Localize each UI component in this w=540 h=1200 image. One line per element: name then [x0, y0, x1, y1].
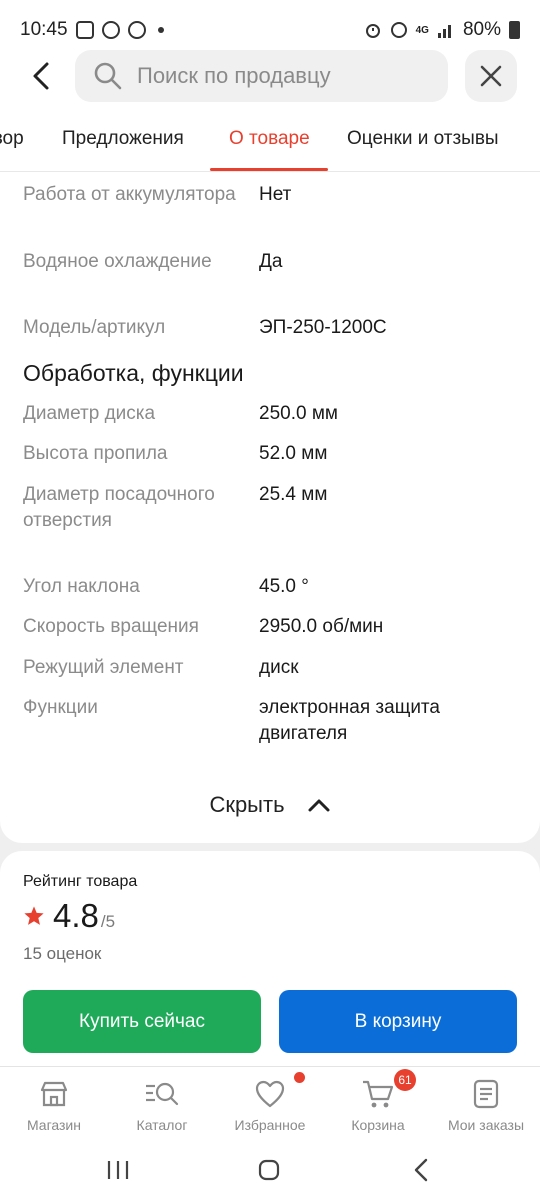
nav-label: Избранное	[234, 1117, 306, 1133]
nav-catalog[interactable]: Каталог	[108, 1075, 216, 1133]
spec-row: Высота пропила 52.0 мм	[23, 441, 523, 467]
rating-count: 15 оценок	[23, 944, 102, 963]
spec-value: ЭП-250-1200С	[259, 317, 387, 338]
spec-row: Угол наклона 45.0 °	[23, 574, 523, 600]
network-type: 4G	[415, 24, 429, 36]
tab-reviews[interactable]: Оценки и отзывы	[347, 128, 499, 150]
store-icon	[40, 1081, 68, 1107]
spec-key: Диаметр диска	[23, 403, 156, 424]
orders-icon	[473, 1079, 499, 1109]
search-icon	[94, 62, 122, 90]
app-notification-icon-2	[127, 21, 146, 39]
recent-apps-icon[interactable]	[106, 1158, 130, 1182]
spec-row: Диаметр диска 250.0 мм	[23, 401, 523, 427]
battery-icon	[509, 21, 520, 39]
clock-icon	[390, 22, 407, 38]
chevron-up-icon	[308, 799, 330, 812]
rating-value: 4.8	[53, 897, 99, 934]
alarm-icon	[365, 24, 380, 38]
battery-percent: 80%	[462, 19, 501, 40]
spec-key: Режущий элемент	[23, 657, 184, 678]
cart-icon	[363, 1080, 394, 1108]
status-time: 10:45	[20, 19, 68, 40]
spec-row: Скорость вращения 2950.0 об/мин	[23, 614, 523, 640]
favorites-indicator	[294, 1072, 305, 1083]
spec-row: Водяное охлаждение Да	[23, 249, 523, 275]
spec-row: Модель/артикул ЭП-250-1200С	[23, 315, 523, 341]
rating-max: /5	[100, 912, 116, 931]
rating-score: 4.8 /5	[23, 897, 115, 935]
spec-value: диск	[259, 657, 299, 678]
spec-key: Модель/артикул	[23, 317, 166, 338]
spec-row: Диаметр посадочного отверстия 25.4 мм	[23, 482, 523, 534]
bottom-navigation: Магазин Каталог Избранное 61 Корзина Мои…	[0, 1066, 540, 1144]
nav-store[interactable]: Магазин	[0, 1075, 108, 1133]
nav-favorites[interactable]: Избранное	[216, 1072, 324, 1133]
tab-offers[interactable]: Предложения	[62, 128, 184, 150]
spec-value: электронная защита двигателя	[259, 697, 440, 744]
spec-key: Диаметр посадочного отверстия	[23, 484, 215, 531]
nav-cart[interactable]: 61 Корзина	[324, 1069, 432, 1133]
close-button[interactable]	[465, 50, 517, 102]
tab-overview[interactable]: зор	[0, 128, 24, 150]
search-input[interactable]: Поиск по продавцу	[75, 50, 448, 102]
star-icon	[24, 906, 44, 925]
buy-now-button[interactable]: Купить сейчас	[23, 990, 261, 1053]
spec-value: 2950.0 об/мин	[259, 616, 384, 637]
spec-key: Функции	[23, 697, 98, 718]
app-notification-icon	[101, 21, 120, 39]
back-nav-icon[interactable]	[410, 1158, 434, 1182]
signal-icon	[437, 25, 451, 38]
nav-label: Корзина	[351, 1117, 405, 1133]
specifications-card: Работа от аккумулятора Нет Водяное охлаж…	[0, 172, 540, 843]
tab-about-product[interactable]: О товаре	[229, 128, 310, 150]
spec-value: 52.0 мм	[259, 443, 328, 464]
spec-key: Работа от аккумулятора	[23, 184, 236, 205]
chevron-left-icon	[33, 62, 49, 90]
spec-key: Водяное охлаждение	[23, 251, 212, 272]
rating-title: Рейтинг товара	[23, 873, 138, 890]
header: Поиск по продавцу	[0, 44, 540, 108]
spec-key: Скорость вращения	[23, 616, 199, 637]
nav-label: Магазин	[26, 1117, 81, 1133]
hide-specs-button[interactable]: Скрыть	[0, 792, 540, 818]
close-icon	[480, 65, 502, 87]
spec-row: Функции электронная защита двигателя	[23, 695, 523, 747]
system-navigation-bar	[0, 1144, 540, 1200]
hide-label: Скрыть	[209, 792, 285, 817]
spec-value: 250.0 мм	[259, 403, 338, 424]
catalog-search-icon	[146, 1082, 179, 1106]
spec-row: Работа от аккумулятора Нет	[23, 182, 523, 208]
nav-label: Каталог	[136, 1117, 188, 1133]
spec-key: Высота пропила	[23, 443, 168, 464]
more-notifications-icon	[157, 27, 164, 33]
spec-value: 45.0 °	[259, 576, 309, 597]
active-tab-indicator	[210, 168, 328, 171]
heart-icon	[255, 1080, 285, 1108]
notification-icon	[75, 21, 94, 39]
spec-row: Режущий элемент диск	[23, 655, 523, 681]
nav-label: Мои заказы	[447, 1117, 525, 1133]
spec-value: 25.4 мм	[259, 484, 328, 505]
section-title: Обработка, функции	[23, 360, 244, 386]
add-to-cart-button[interactable]: В корзину	[279, 990, 517, 1053]
nav-my-orders[interactable]: Мои заказы	[432, 1075, 540, 1133]
spec-key: Угол наклона	[23, 576, 140, 597]
spec-value: Да	[259, 251, 283, 272]
rating-card: Рейтинг товара 4.8 /5 15 оценок Купить с…	[0, 851, 540, 1066]
tab-bar: зор Предложения О товаре Оценки и отзывы	[0, 108, 540, 172]
search-placeholder: Поиск по продавцу	[137, 63, 331, 88]
spec-value: Нет	[259, 184, 292, 205]
back-button[interactable]	[22, 56, 62, 96]
cart-count-badge: 61	[394, 1069, 416, 1091]
home-icon[interactable]	[257, 1158, 281, 1182]
